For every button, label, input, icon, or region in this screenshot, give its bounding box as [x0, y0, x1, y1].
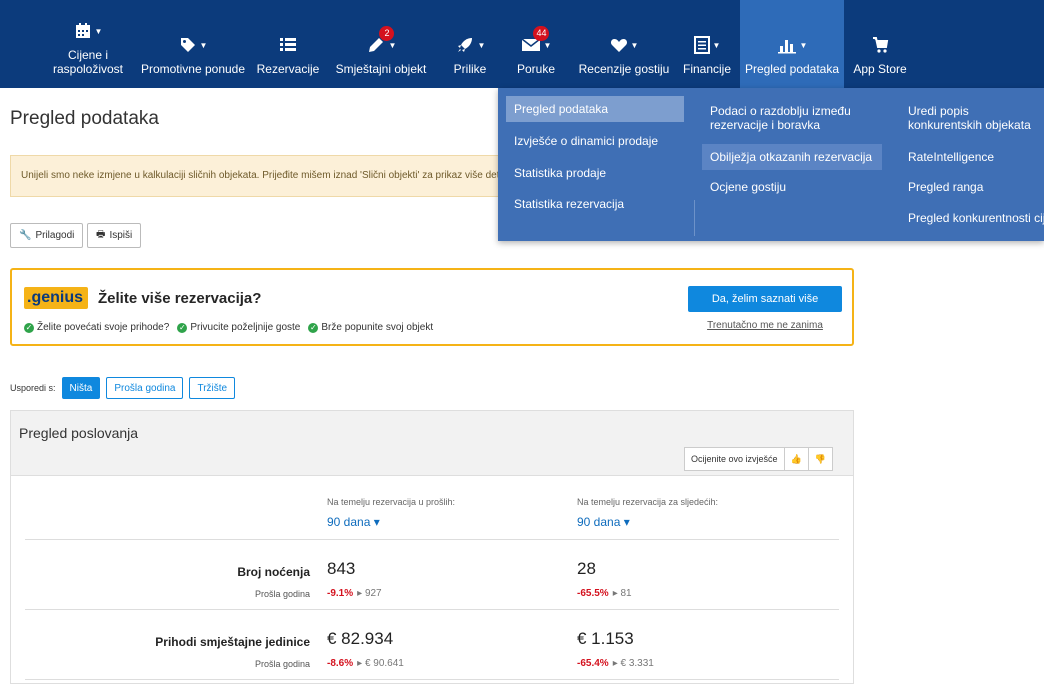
notification-badge: 2 [379, 26, 395, 41]
report-title: Pregled poslovanja [19, 425, 139, 441]
metric-delta: -65.5% ▸ 81 [577, 588, 632, 599]
past-period-heading: Na temelju rezervacija u prošlih: [327, 497, 456, 507]
metric-delta: -8.6% ▸ € 90.641 [327, 658, 404, 669]
menu-item-guest-reviews[interactable]: Ocjene gostiju [702, 174, 878, 200]
genius-logo: .genius [24, 287, 88, 309]
check-icon: ✓ [308, 322, 319, 333]
menu-item-sales-dynamics[interactable]: Izvješće o dinamici prodaje [506, 128, 684, 154]
nav-item-opportunities[interactable]: ▼ Prilike [440, 0, 500, 88]
envelope-icon: ▼ 44 [521, 26, 551, 56]
menu-item-price-competitiveness[interactable]: Pregled konkurentnosti cijena [900, 205, 1044, 231]
menu-item-booking-window[interactable]: Podaci o razdoblju između rezervacije i … [702, 98, 878, 138]
metric-value: 28 [577, 559, 596, 578]
menu-item-sales-statistics[interactable]: Statistika prodaje [506, 160, 684, 186]
menu-item-ranking[interactable]: Pregled ranga [900, 174, 1044, 200]
nav-label: Smještajni objekt [335, 62, 427, 76]
nav-label: Poruke [516, 62, 556, 76]
nav-label: Prilike [453, 62, 487, 76]
nav-item-analytics[interactable]: ▼ Pregled podataka [740, 0, 844, 88]
nav-item-app-store[interactable]: App Store [850, 0, 910, 88]
document-icon: ▼ [693, 34, 720, 56]
menu-item-booking-statistics[interactable]: Statistika rezervacija [506, 191, 684, 217]
genius-title: Želite više rezervacija? [98, 290, 262, 307]
metric-delta: -65.4% ▸ € 3.331 [577, 658, 654, 669]
nav-item-prices[interactable]: ▼ Cijene i raspoloživost [48, 0, 128, 88]
nav-item-reservations[interactable]: Rezervacije [254, 0, 322, 88]
metric-sub-label: Prošla godina [254, 589, 310, 599]
nav-item-messages[interactable]: ▼ 44 Poruke [506, 0, 566, 88]
nav-label: Cijene i raspoloživost [52, 48, 124, 76]
divider [694, 200, 695, 236]
cart-icon [871, 34, 889, 56]
list-icon [279, 34, 297, 56]
nav-item-property[interactable]: ▼ 2 Smještajni objekt [332, 0, 430, 88]
rocket-icon: ▼ [455, 34, 485, 56]
genius-banner: .genius Želite više rezervacija? ✓ Želite… [10, 268, 854, 346]
nav-item-promotions[interactable]: ▼ Promotivne ponude [140, 0, 246, 88]
bar-chart-icon: ▼ [777, 34, 807, 56]
benefit-item: ✓ Želite povećati svoje prihode? [24, 322, 170, 333]
thumbs-down-icon[interactable]: 👎 [807, 447, 833, 471]
report-header: Pregled poslovanja Ocijenite ovo izvješć… [11, 411, 853, 476]
metric-value: 843 [327, 559, 356, 578]
check-icon: ✓ [24, 322, 34, 333]
divider [25, 539, 839, 540]
print-button[interactable]: 🖶 Ispiši [87, 223, 142, 248]
divider [25, 679, 839, 680]
rate-report-group: Ocijenite ovo izvješće 👍 👎 [684, 447, 833, 471]
customize-button[interactable]: 🔧 Prilagodi [10, 223, 84, 248]
compare-market-button[interactable]: Tržište [189, 377, 236, 399]
calendar-icon: ▼ [74, 20, 102, 42]
nav-item-reviews[interactable]: ▼ Recenzije gostiju [572, 0, 676, 88]
menu-item-rate-intelligence[interactable]: RateIntelligence [900, 144, 1044, 170]
metric-value: € 82.934 [327, 629, 394, 648]
heart-icon: ▼ [610, 34, 638, 56]
genius-benefits: ✓ Želite povećati svoje prihode? ✓ Privuci… [24, 322, 433, 333]
info-notice: Unijeli smo neke izmjene u kalkulaciji s… [10, 155, 500, 197]
compare-none-button[interactable]: Ništa [61, 377, 101, 399]
metric-label: Prihodi smještajne jedinice [155, 635, 310, 649]
notification-badge: 44 [533, 26, 550, 41]
page-title: Pregled podataka [10, 108, 159, 129]
nav-label: Recenzije gostiju [578, 62, 670, 76]
nav-label: Pregled podataka [744, 62, 840, 76]
nav-label: Financije [682, 62, 732, 76]
compare-label: Usporedi s: [10, 383, 56, 393]
nav-item-finance[interactable]: ▼ Financije [680, 0, 734, 88]
thumbs-up-icon[interactable]: 👍 [783, 447, 809, 471]
pencil-icon: ▼ 2 [366, 26, 396, 56]
business-overview-report: Pregled poslovanja Ocijenite ovo izvješć… [10, 410, 854, 684]
analytics-dropdown-menu: Pregled podataka Izvješće o dinamici pro… [498, 88, 1044, 241]
metric-value: € 1.153 [577, 629, 634, 648]
nav-label: App Store [853, 62, 907, 76]
genius-learn-more-button[interactable]: Da, želim saznati više [688, 286, 842, 312]
menu-item-edit-competitors[interactable]: Uredi popis konkurentskih objekata [900, 98, 1044, 138]
metric-label: Broj noćenja [237, 565, 310, 579]
past-period-dropdown[interactable]: 90 dana ▾ [327, 515, 380, 529]
future-period-dropdown[interactable]: 90 dana ▾ [577, 515, 630, 529]
printer-icon: 🖶 [96, 229, 106, 240]
wrench-icon: 🔧 [19, 230, 32, 241]
genius-decline-link[interactable]: Trenutačno me ne zanima [688, 320, 842, 331]
rate-report-label: Ocijenite ovo izvješće [684, 447, 785, 471]
benefit-item: ✓ Privucite poželjnije goste [177, 322, 301, 333]
divider [25, 609, 839, 610]
check-icon: ✓ [177, 322, 188, 333]
compare-selector: Usporedi s: Ništa Prošla godina Tržište [10, 377, 236, 399]
tag-icon: ▼ [179, 34, 207, 56]
nav-label: Promotivne ponude [140, 62, 246, 76]
menu-item-overview[interactable]: Pregled podataka [506, 96, 684, 122]
metric-sub-label: Prošla godina [254, 659, 310, 669]
print-label: Ispiši [109, 230, 133, 241]
caret-down-icon: ▾ [373, 515, 380, 529]
metric-delta: -9.1% ▸ 927 [327, 588, 382, 599]
top-navigation: ▼ Cijene i raspoloživost ▼ Promotivne po… [0, 0, 1044, 88]
menu-item-cancellations[interactable]: Obilježja otkazanih rezervacija [702, 144, 882, 170]
future-period-heading: Na temelju rezervacija za sljedećih: [577, 497, 719, 507]
benefit-item: ✓ Brže popunite svoj objekt [308, 322, 434, 333]
customize-label: Prilagodi [35, 230, 75, 241]
caret-down-icon: ▾ [623, 515, 630, 529]
nav-label: Rezervacije [256, 62, 320, 76]
compare-last-year-button[interactable]: Prošla godina [106, 377, 184, 399]
